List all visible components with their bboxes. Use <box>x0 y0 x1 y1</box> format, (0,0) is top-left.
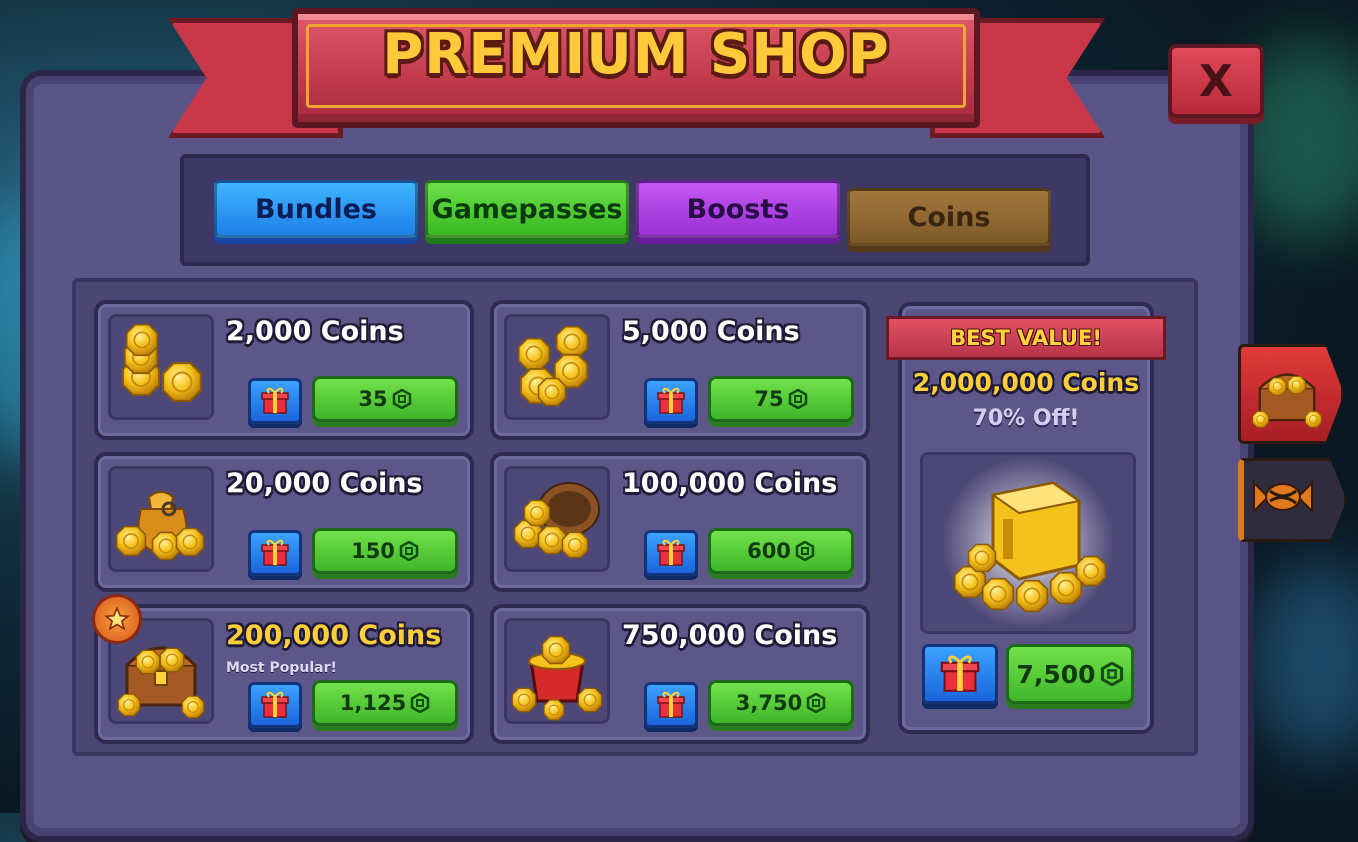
gold-vault-icon <box>920 452 1136 634</box>
price-label: 75 <box>754 387 784 411</box>
side-tab-candy[interactable] <box>1238 458 1347 542</box>
buy-button[interactable]: 1,125 <box>312 680 458 726</box>
side-tab-chest[interactable] <box>1238 344 1344 444</box>
coin-barrel-icon <box>504 466 610 572</box>
price-label: 7,500 <box>1016 659 1096 689</box>
product-name: 20,000 Coins <box>226 468 423 499</box>
tab-coins[interactable]: Coins <box>847 188 1051 246</box>
tab-bundles[interactable]: Bundles <box>214 180 418 238</box>
close-button[interactable]: X <box>1168 44 1264 118</box>
price-label: 3,750 <box>735 691 803 715</box>
star-icon <box>92 594 142 644</box>
price-label: 600 <box>747 539 791 563</box>
gift-icon <box>656 538 686 568</box>
product-name: 5,000 Coins <box>622 316 800 347</box>
tab-gamepasses[interactable]: Gamepasses <box>425 180 629 238</box>
gift-icon <box>939 653 981 695</box>
best-value-name: 2,000,000 Coins <box>912 368 1140 397</box>
gift-button[interactable] <box>248 682 302 728</box>
robux-icon <box>410 693 430 713</box>
coin-pot-icon <box>504 618 610 724</box>
buy-button[interactable]: 7,500 <box>1006 644 1134 704</box>
robux-icon <box>788 389 808 409</box>
gift-icon <box>260 538 290 568</box>
price-label: 150 <box>351 539 395 563</box>
price-label: 35 <box>358 387 388 411</box>
buy-button[interactable]: 150 <box>312 528 458 574</box>
price-label: 1,125 <box>339 691 407 715</box>
discount-label: 70% Off! <box>972 406 1080 431</box>
gift-button[interactable] <box>922 644 998 704</box>
product-card[interactable]: 750,000 Coins 3,750 <box>490 604 870 744</box>
product-card[interactable]: 5,000 Coins 75 <box>490 300 870 440</box>
product-card[interactable]: 200,000 Coins Most Popular! 1,125 <box>94 604 474 744</box>
best-value-banner: BEST VALUE! <box>886 316 1166 360</box>
buy-button[interactable]: 3,750 <box>708 680 854 726</box>
buy-button[interactable]: 600 <box>708 528 854 574</box>
robux-icon <box>1100 662 1124 686</box>
coin-sack-icon <box>108 466 214 572</box>
product-name: 100,000 Coins <box>622 468 838 499</box>
gift-icon <box>260 690 290 720</box>
close-icon: X <box>1199 55 1233 107</box>
product-card[interactable]: 100,000 Coins 600 <box>490 452 870 592</box>
coin-stack-icon <box>108 314 214 420</box>
product-name: 2,000 Coins <box>226 316 404 347</box>
buy-button[interactable]: 35 <box>312 376 458 422</box>
gift-icon <box>656 690 686 720</box>
gift-button[interactable] <box>248 530 302 576</box>
page-title: PREMIUM SHOP <box>382 22 890 87</box>
treasure-chest-icon <box>1252 373 1322 428</box>
buy-button[interactable]: 75 <box>708 376 854 422</box>
gift-icon <box>656 386 686 416</box>
robux-icon <box>392 389 412 409</box>
coin-pile-icon <box>504 314 610 420</box>
gift-button[interactable] <box>644 682 698 728</box>
product-name: 200,000 Coins <box>226 620 442 651</box>
tab-boosts[interactable]: Boosts <box>636 180 840 238</box>
gift-button[interactable] <box>644 378 698 424</box>
product-subtitle: Most Popular! <box>226 660 337 676</box>
gift-button[interactable] <box>644 530 698 576</box>
product-card[interactable]: 20,000 Coins 150 <box>94 452 474 592</box>
product-name: 750,000 Coins <box>622 620 838 651</box>
gift-button[interactable] <box>248 378 302 424</box>
candy-icon <box>1253 480 1313 514</box>
gift-icon <box>260 386 290 416</box>
product-card[interactable]: 2,000 Coins 35 <box>94 300 474 440</box>
robux-icon <box>399 541 419 561</box>
robux-icon <box>795 541 815 561</box>
robux-icon <box>806 693 826 713</box>
